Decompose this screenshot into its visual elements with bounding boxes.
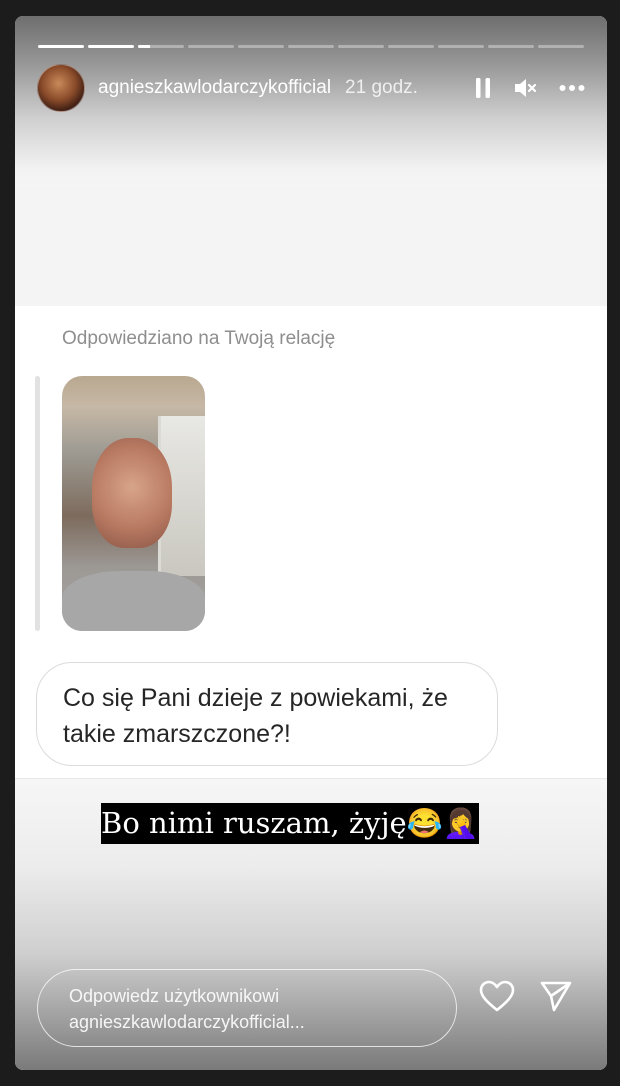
- replied-to-story-label: Odpowiedziano na Twoją relację: [62, 328, 336, 349]
- progress-segment: [388, 45, 434, 48]
- story-header: agnieszkawlodarczykofficial 21 godz.: [37, 64, 585, 112]
- thumbnail-shirt: [62, 571, 205, 631]
- progress-segment: [38, 45, 84, 48]
- reply-actions: [479, 980, 573, 1017]
- progress-segment: [438, 45, 484, 48]
- progress-segment: [488, 45, 534, 48]
- send-icon[interactable]: [539, 980, 573, 1017]
- caption-text: Bo nimi ruszam, żyję😂🤦‍♀️: [101, 803, 479, 844]
- progress-segment: [288, 45, 334, 48]
- story-thumbnail[interactable]: [62, 376, 205, 631]
- progress-segment: [338, 45, 384, 48]
- story-viewer: agnieszkawlodarczykofficial 21 godz. Odp…: [15, 16, 607, 1070]
- pause-icon[interactable]: [475, 77, 491, 99]
- story-progress-bar: [38, 45, 584, 48]
- thumbnail-face: [92, 438, 172, 548]
- reply-placeholder-line1: Odpowiedz użytkownikowi: [69, 986, 280, 1006]
- progress-segment: [188, 45, 234, 48]
- top-background: [15, 186, 607, 306]
- avatar[interactable]: [37, 64, 85, 112]
- progress-segment: [238, 45, 284, 48]
- progress-segment: [88, 45, 134, 48]
- reply-card: Odpowiedziano na Twoją relację Co się Pa…: [15, 306, 607, 776]
- header-controls: [475, 77, 585, 99]
- reply-placeholder-line2: agnieszkawlodarczykofficial...: [69, 1012, 305, 1032]
- speaker-muted-icon[interactable]: [513, 77, 537, 99]
- progress-segment: [538, 45, 584, 48]
- quote-bar: [35, 376, 40, 631]
- progress-segment-current: [138, 45, 184, 48]
- reply-input[interactable]: Odpowiedz użytkownikowi agnieszkawlodarc…: [37, 969, 457, 1047]
- username[interactable]: agnieszkawlodarczykofficial: [98, 77, 331, 99]
- post-time: 21 godz.: [345, 77, 418, 98]
- heart-icon[interactable]: [479, 980, 515, 1017]
- message-bubble: Co się Pani dzieje z powiekami, że takie…: [36, 662, 498, 766]
- more-dots-icon[interactable]: [559, 84, 585, 92]
